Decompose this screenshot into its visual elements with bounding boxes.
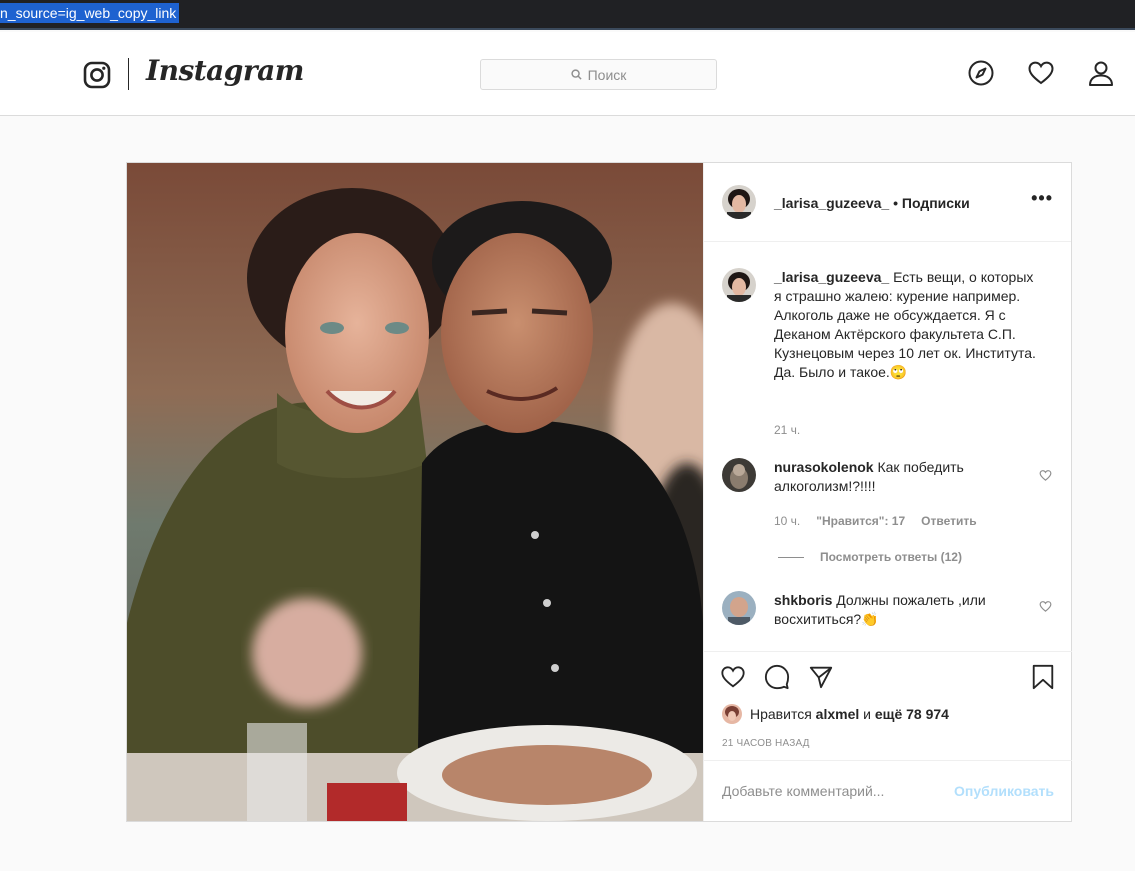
browser-address-bar[interactable]: n_source=ig_web_copy_link (0, 0, 1135, 30)
caption-time[interactable]: 21 ч. (774, 423, 800, 437)
add-comment-input[interactable]: Добавьте комментарий... (722, 783, 884, 799)
comment-avatar-image (722, 458, 756, 492)
nav-icons (967, 59, 1115, 87)
instagram-camera-icon[interactable] (83, 61, 111, 89)
caption-body: _larisa_guzeeva_ Есть вещи, о которых я … (774, 268, 1042, 382)
likes-and: и (863, 706, 871, 722)
liker-avatar[interactable] (722, 704, 742, 724)
author-username[interactable]: _larisa_guzeeva_ (774, 195, 889, 211)
comment: nurasokolenok Как победить алкоголизм!?!… (722, 458, 1052, 568)
post-header-line: _larisa_guzeeva_ • Подписки (774, 195, 970, 211)
comment-body: nurasokolenok Как победить алкоголизм!?!… (774, 458, 1042, 496)
likes-prefix: Нравится (750, 706, 812, 722)
profile-icon[interactable] (1087, 59, 1115, 87)
caption-avatar[interactable] (722, 268, 756, 302)
caption: _larisa_guzeeva_ Есть вещи, о которых я … (722, 268, 1052, 438)
comment-reply-button[interactable]: Ответить (921, 514, 976, 528)
comment-icon[interactable] (764, 664, 790, 690)
view-replies-button[interactable]: Посмотреть ответы (12) (778, 550, 962, 564)
top-navigation: Instagram Поиск (0, 32, 1135, 116)
comment-likes[interactable]: "Нравится": 17 (816, 514, 905, 528)
search-placeholder: Поиск (587, 66, 627, 83)
url-selection[interactable]: n_source=ig_web_copy_link (0, 3, 180, 23)
action-buttons (720, 664, 834, 690)
more-options-icon[interactable]: ••• (1031, 189, 1053, 207)
likes-count-button[interactable]: ещё 78 974 (875, 706, 949, 722)
view-replies-label: Посмотреть ответы (12) (820, 550, 962, 564)
heart-icon[interactable] (1027, 59, 1055, 87)
post-photo[interactable] (127, 163, 703, 821)
liker-avatar-image (722, 704, 742, 724)
like-icon[interactable] (720, 664, 746, 690)
post-card: _larisa_guzeeva_ • Подписки ••• _larisa_… (126, 162, 1072, 822)
add-comment-bar: Добавьте комментарий... Опубликовать (704, 760, 1072, 821)
caption-avatar-image (722, 268, 756, 302)
comment-like-icon[interactable] (1039, 469, 1052, 482)
comment-avatar[interactable] (722, 591, 756, 625)
comment-body: shkboris Должны пожалеть ,или восхититьс… (774, 591, 1042, 629)
post-photo-image (127, 163, 703, 821)
author-avatar-image (722, 185, 756, 219)
caption-text: Есть вещи, о которых я страшно жалею: ку… (774, 269, 1036, 380)
likes-user[interactable]: alxmel (816, 706, 860, 722)
instagram-wordmark[interactable]: Instagram (146, 54, 304, 87)
share-icon[interactable] (808, 664, 834, 690)
comment-avatar[interactable] (722, 458, 756, 492)
caption-meta: 21 ч. (774, 423, 800, 437)
search-icon (570, 69, 582, 80)
comment: shkboris Должны пожалеть ,или восхититьс… (722, 591, 1052, 641)
post-header: _larisa_guzeeva_ • Подписки ••• (704, 163, 1071, 242)
likes-line: Нравится alxmel и ещё 78 974 (722, 704, 949, 724)
post-side-panel: _larisa_guzeeva_ • Подписки ••• _larisa_… (703, 163, 1072, 821)
post-timestamp[interactable]: 21 ЧАСОВ НАЗАД (722, 738, 810, 749)
logo-divider (128, 58, 129, 90)
post-actions: Нравится alxmel и ещё 78 974 21 ЧАСОВ НА… (704, 651, 1072, 759)
replies-line (778, 556, 804, 558)
bookmark-icon[interactable] (1030, 664, 1056, 690)
likes-text: Нравится alxmel и ещё 78 974 (750, 706, 949, 722)
comment-username[interactable]: shkboris (774, 592, 832, 608)
follow-status-button[interactable]: Подписки (902, 195, 970, 211)
caption-username[interactable]: _larisa_guzeeva_ (774, 269, 889, 285)
comment-avatar-image (722, 591, 756, 625)
comments-section: _larisa_guzeeva_ Есть вещи, о которых я … (704, 243, 1072, 650)
header-separator: • (893, 195, 898, 211)
author-avatar[interactable] (722, 185, 756, 219)
comment-time[interactable]: 10 ч. (774, 514, 800, 528)
comment-username[interactable]: nurasokolenok (774, 459, 874, 475)
comment-meta: 10 ч. "Нравится": 17 Ответить (774, 514, 977, 528)
search-input[interactable]: Поиск (480, 59, 717, 90)
publish-button[interactable]: Опубликовать (954, 783, 1054, 799)
comment-like-icon[interactable] (1039, 600, 1052, 613)
explore-icon[interactable] (967, 59, 995, 87)
